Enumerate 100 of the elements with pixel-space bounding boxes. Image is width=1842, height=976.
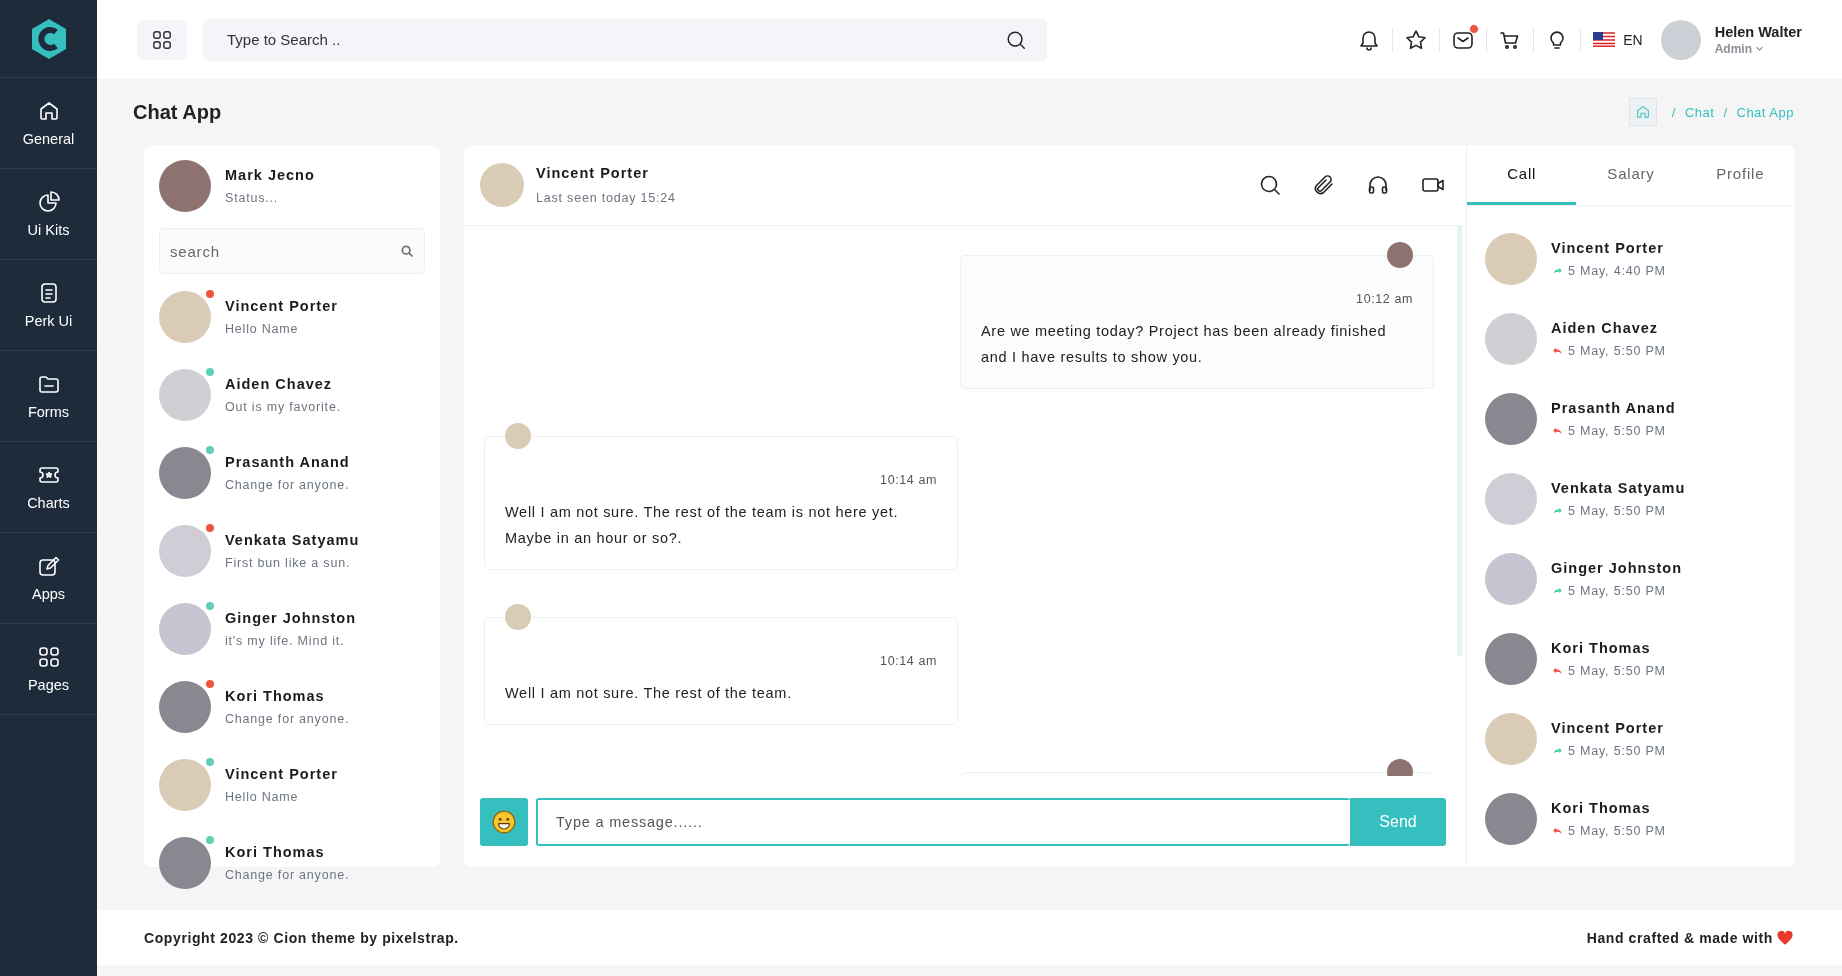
footer-credit: Hand crafted & made with (1586, 929, 1773, 946)
contact-name: Vincent Porter (536, 165, 650, 181)
tab[interactable]: Profile (1685, 145, 1795, 205)
call-list-item[interactable]: Aiden Chavez 5 May, 5:50 PM (1485, 299, 1795, 379)
chat-list-item[interactable]: Prasanth Anand Change for anyone. (159, 434, 425, 512)
chat-list-item[interactable]: Kori Thomas Change for anyone. (159, 668, 425, 746)
search-icon[interactable] (1258, 173, 1282, 197)
contact-name: Kori Thomas (225, 844, 326, 860)
call-list-item[interactable]: Venkata Satyamu 5 May, 5:50 PM (1485, 459, 1795, 539)
sidebar-item[interactable]: Pages (0, 624, 97, 715)
message-text: Well I am not sure. The rest of the team is not here yet. Maybe in an hour or so?. (505, 503, 900, 548)
call-time: 5 May, 4:40 PM (1568, 264, 1666, 278)
contact-avatar (1485, 553, 1537, 605)
sidebar-item[interactable]: Ui Kits (0, 169, 97, 260)
chat-list-item[interactable]: Ginger Johnston it's my life. Mind it. (159, 590, 425, 668)
search-input[interactable]: search (170, 229, 400, 273)
search-field[interactable]: search (159, 228, 425, 274)
contact-name: Venkata Satyamu (225, 532, 360, 548)
contact-avatar (1485, 473, 1537, 525)
chat-list-item[interactable]: Kori Thomas Change for anyone. (159, 824, 425, 902)
pie-chart-icon (36, 190, 61, 214)
contact-name: Prasanth Anand (225, 454, 350, 470)
contact-avatar (159, 759, 211, 811)
call-list-item[interactable]: Vincent Porter 5 May, 4:40 PM (1485, 219, 1795, 299)
message-preview: Out is my favorite. (225, 400, 341, 414)
contact-name: Ginger Johnston (1551, 560, 1682, 576)
message-input[interactable]: Type a message...... (538, 799, 1350, 844)
pencil-square-icon (36, 554, 61, 578)
chat-list-item[interactable]: Venkata Satyamu First bun like a sun. (159, 512, 425, 590)
contact-avatar (159, 447, 211, 499)
message-preview: Change for anyone. (225, 868, 350, 882)
call-list-item[interactable]: Vincent Porter 5 May, 5:50 PM (1485, 699, 1795, 779)
contact-avatar (159, 369, 211, 421)
contact-name: Vincent Porter (1551, 720, 1665, 736)
sender-avatar (505, 423, 531, 449)
sender-avatar (505, 604, 531, 630)
chat-list-item[interactable]: Vincent Porter Hello Name (159, 278, 425, 356)
grid-icon (151, 28, 173, 51)
profile-status: Status... (225, 191, 280, 205)
chat-list-item[interactable]: Vincent Porter Hello Name (159, 746, 425, 824)
message-preview: Change for anyone. (225, 712, 350, 726)
heart-icon (1775, 928, 1795, 947)
call-list-item[interactable]: Kori Thomas 5 May, 5:50 PM (1485, 779, 1795, 859)
message-time: 10:12 am (1355, 292, 1413, 306)
call-list-item[interactable]: Prasanth Anand 5 May, 5:50 PM (1485, 379, 1795, 459)
message-preview: First bun like a sun. (225, 556, 352, 570)
call-time: 5 May, 5:50 PM (1568, 744, 1666, 758)
language-label[interactable]: EN (1623, 31, 1643, 48)
call-time: 5 May, 5:50 PM (1568, 824, 1666, 838)
paperclip-icon[interactable] (1312, 173, 1336, 197)
contact-name: Vincent Porter (225, 766, 338, 782)
contact-name: Vincent Porter (1551, 240, 1665, 256)
message-text: Well I am not sure. The rest of the team. (505, 684, 793, 703)
tab[interactable]: Call (1467, 145, 1577, 205)
contact-avatar (159, 681, 211, 733)
contact-avatar (480, 163, 524, 207)
message-time: 10:14 am (879, 654, 937, 668)
call-time: 5 May, 5:50 PM (1568, 664, 1666, 678)
sidebar-item[interactable]: General (0, 78, 97, 169)
call-time: 5 May, 5:50 PM (1568, 584, 1666, 598)
scrollbar-thumb[interactable] (1457, 226, 1462, 656)
contact-avatar (159, 291, 211, 343)
emoji-button[interactable] (480, 797, 528, 846)
smiley-icon (491, 808, 517, 835)
sidebar-item[interactable]: Apps (0, 533, 97, 624)
call-time: 5 May, 5:50 PM (1568, 504, 1666, 518)
chevron-down-icon (1755, 44, 1765, 53)
sidebar-item[interactable]: Perk Ui (0, 260, 97, 351)
copyright-text: Copyright 2023 © Cion theme by pixelstrap. (144, 929, 459, 946)
contact-avatar (1485, 713, 1537, 765)
contact-avatar (159, 837, 211, 889)
message-preview: Change for anyone. (225, 478, 350, 492)
last-seen: Last seen today 15:24 (536, 191, 676, 205)
search-icon (400, 244, 414, 258)
call-list-item[interactable]: Kori Thomas 5 May, 5:50 PM (1485, 619, 1795, 699)
message-time: 10:14 am (879, 473, 937, 487)
contact-name: Prasanth Anand (1551, 400, 1676, 416)
chat-list-item[interactable]: Aiden Chavez Out is my favorite. (159, 356, 425, 434)
message-text: Are we meeting today? Project has been already finished and I have results to show you. (981, 322, 1388, 367)
contact-name: Kori Thomas (1551, 800, 1652, 816)
contact-avatar (1485, 313, 1537, 365)
star-icon[interactable] (1404, 27, 1429, 52)
contact-name: Aiden Chavez (225, 376, 334, 392)
home-icon (1634, 104, 1651, 120)
sender-avatar (1387, 242, 1413, 268)
us-flag-icon (1593, 32, 1616, 47)
sidebar-item[interactable]: Charts (0, 442, 97, 533)
sidebar-item[interactable]: Forms (0, 351, 97, 442)
call-list-item[interactable]: Ginger Johnston 5 May, 5:50 PM (1485, 539, 1795, 619)
user-role: Admin (1714, 41, 1753, 56)
contact-name: Kori Thomas (1551, 640, 1652, 656)
message-preview: it's my life. Mind it. (225, 634, 346, 648)
contact-name: Aiden Chavez (1551, 320, 1660, 336)
contact-avatar (1485, 793, 1537, 845)
headphones-icon[interactable] (1366, 173, 1390, 197)
page-title: Chat App (133, 100, 222, 124)
apps-button[interactable] (137, 19, 187, 60)
tab[interactable]: Salary (1576, 145, 1686, 205)
contact-avatar (1485, 393, 1537, 445)
contact-name: Vincent Porter (225, 298, 338, 314)
